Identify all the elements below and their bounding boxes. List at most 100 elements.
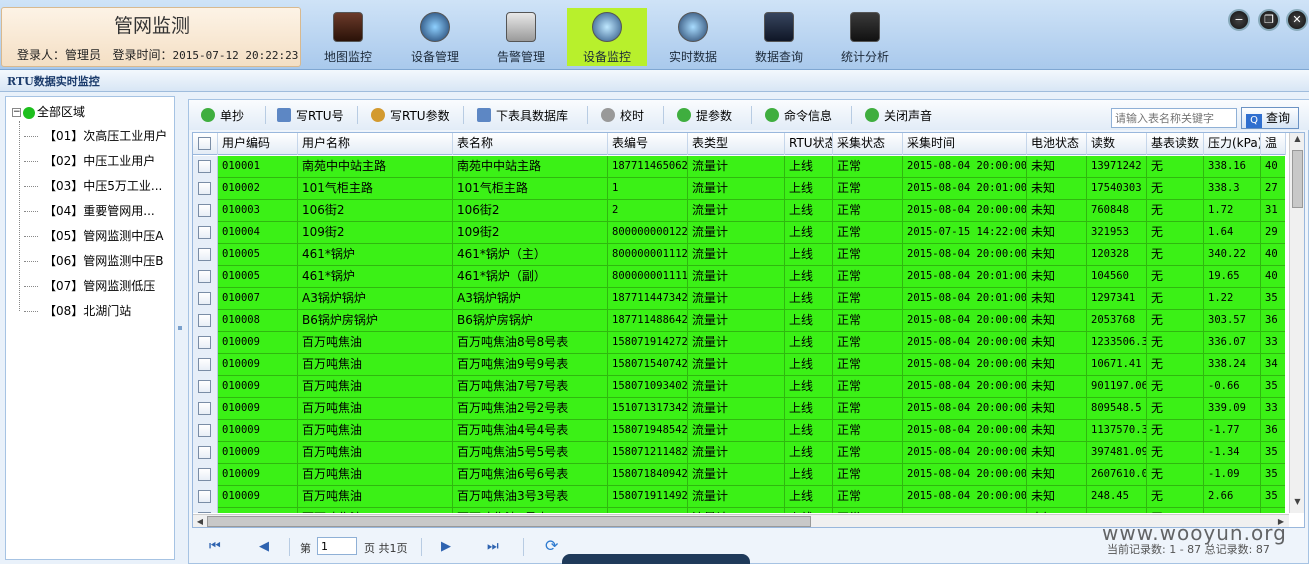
time-sync-button[interactable]: 校时 [601,107,644,125]
table-row[interactable]: 010009百万吨焦油百万吨焦油1号表151071917470流量计上线正常20… [193,508,1285,513]
table-row[interactable]: 010009 百万吨焦油 百万吨焦油2号2号表 151071317342 流量计 上线 正常… [193,398,1285,420]
row-checkbox[interactable] [198,380,211,393]
mute-sound-button[interactable]: 关闭声音 [865,107,932,125]
table-cell: 无 [1147,332,1204,354]
table-cell: 158071840942 [608,464,688,486]
page-number-input[interactable] [317,537,357,555]
column-header[interactable]: RTU状态 [785,133,833,155]
row-checkbox[interactable] [198,248,211,261]
row-checkbox[interactable] [198,446,211,459]
table-row[interactable]: 010009 百万吨焦油 百万吨焦油6号6号表 158071840942 流量计 上线 正常… [193,464,1285,486]
row-checkbox[interactable] [198,424,211,437]
table-row[interactable]: 010008 B6锅炉房锅炉 B6锅炉房锅炉 187711488642 流量计 上线 正常 2… [193,310,1285,332]
table-row[interactable]: 010009 百万吨焦油 百万吨焦油8号8号表 158071914272 流量计 上线 正常… [193,332,1285,354]
table-name-search-input[interactable] [1111,108,1237,128]
close-button[interactable]: ✕ [1286,9,1308,31]
minimize-button[interactable]: − [1228,9,1250,31]
command-info-button[interactable]: 命令信息 [765,107,832,125]
tree-item-05[interactable]: 【05】管网监测中压A [24,227,174,245]
tree-item-08[interactable]: 【08】北湖门站 [24,302,174,320]
scroll-up-icon[interactable]: ▲ [1292,134,1303,148]
panel-splitter[interactable] [178,326,182,330]
table-cell: 上线 [785,332,833,354]
row-checkbox[interactable] [198,314,211,327]
row-checkbox[interactable] [198,182,211,195]
scroll-left-icon[interactable]: ◀ [193,515,207,527]
select-all-checkbox[interactable] [198,137,211,150]
table-cell: 无 [1147,398,1204,420]
nav-statistics[interactable]: 统计分析 [825,8,905,66]
column-header[interactable]: 用户编码 [218,133,298,155]
fetch-params-button[interactable]: 提参数 [677,107,732,125]
row-checkbox[interactable] [198,512,211,513]
column-header[interactable]: 表类型 [688,133,785,155]
column-header[interactable]: 基表读数 [1147,133,1204,155]
download-meter-db-button[interactable]: 下表具数据库 [477,107,568,125]
last-page-button[interactable]: ⏭ [487,539,499,554]
table-row[interactable]: 010009 百万吨焦油 百万吨焦油4号4号表 158071948542 流量计 上线 正常… [193,420,1285,442]
prev-page-button[interactable]: ◀ [259,539,269,554]
column-header[interactable]: 采集时间 [903,133,1027,155]
nav-device-monitor[interactable]: 设备监控 [567,8,647,66]
nav-realtime-data[interactable]: 实时数据 [653,8,733,66]
column-header[interactable]: 温 [1261,133,1286,155]
page-total: 页 共1页 [364,542,408,555]
search-button[interactable]: Q 查询 [1241,107,1299,129]
table-row[interactable]: 010005 461*锅炉 461*锅炉（主） 800000001112 流量计 上线 正常… [193,244,1285,266]
tree-root[interactable]: − 全部区域 [12,103,85,120]
table-row[interactable]: 010009 百万吨焦油 百万吨焦油9号9号表 158071540742 流量计 上线 正常… [193,354,1285,376]
row-checkbox[interactable] [198,358,211,371]
nav-data-query[interactable]: 数据查询 [739,8,819,66]
row-checkbox[interactable] [198,204,211,217]
column-header[interactable]: 表编号 [608,133,688,155]
table-cell: 36 [1261,420,1285,442]
restore-button[interactable]: ❐ [1258,9,1280,31]
button-label: 提参数 [696,109,733,123]
tree-item-03[interactable]: 【03】中压5万工业... [24,177,174,195]
table-row[interactable]: 010009 百万吨焦油 百万吨焦油5号5号表 158071211482 流量计 上线 正常… [193,442,1285,464]
row-checkbox[interactable] [198,292,211,305]
row-checkbox[interactable] [198,468,211,481]
table-row[interactable]: 010004 109街2 109街2 800000000122 流量计 上线 正常 2015-… [193,222,1285,244]
column-header[interactable]: 采集状态 [833,133,903,155]
table-cell: 336.07 [1204,332,1261,354]
vertical-scroll-thumb[interactable] [1292,150,1303,208]
column-header[interactable]: 读数 [1087,133,1147,155]
table-row[interactable]: 010003 106街2 106街2 2 流量计 上线 正常 2015-08-04 20:00… [193,200,1285,222]
table-row[interactable]: 010009 百万吨焦油 百万吨焦油7号7号表 158071093402 流量计 上线 正常… [193,376,1285,398]
vertical-scrollbar[interactable]: ▲ ▼ [1289,133,1304,513]
tree-item-02[interactable]: 【02】中压工业用户 [24,152,174,170]
nav-device-manage[interactable]: 设备管理 [395,8,475,66]
row-checkbox[interactable] [198,270,211,283]
first-page-button[interactable]: ⏮ [209,539,221,554]
tree-item-01[interactable]: 【01】次高压工业用户 [24,127,174,145]
tree-item-06[interactable]: 【06】管网监测中压B [24,252,174,270]
nav-map-monitor[interactable]: 地图监控 [308,8,388,66]
row-checkbox[interactable] [198,160,211,173]
column-header[interactable]: 表名称 [453,133,608,155]
column-header[interactable]: 压力(kPa) [1204,133,1261,155]
tree-item-07[interactable]: 【07】管网监测低压 [24,277,174,295]
table-row[interactable]: 010001 南苑中中站主路 南苑中中站主路 187711465062 流量计 上线 正常 2… [193,156,1285,178]
row-checkbox[interactable] [198,402,211,415]
collapse-icon[interactable]: − [12,108,21,117]
scroll-down-icon[interactable]: ▼ [1292,497,1303,511]
table-row[interactable]: 010002 101气柜主路 101气柜主路 1 流量计 上线 正常 2015-08-04 2… [193,178,1285,200]
column-header[interactable]: 用户名称 [298,133,453,155]
write-rtu-params-button[interactable]: 写RTU参数 [371,107,450,125]
tree-item-04[interactable]: 【04】重要管网用... [24,202,174,220]
column-header[interactable]: 电池状态 [1027,133,1087,155]
horizontal-scroll-thumb[interactable] [207,516,811,527]
row-checkbox[interactable] [198,336,211,349]
refresh-icon[interactable]: ⟳ [545,536,558,555]
table-row[interactable]: 010009 百万吨焦油 百万吨焦油3号3号表 158071911492 流量计 上线 正常… [193,486,1285,508]
row-checkbox[interactable] [198,490,211,503]
row-checkbox[interactable] [198,226,211,239]
single-read-button[interactable]: 单抄 [201,107,244,125]
next-page-button[interactable]: ▶ [441,539,451,554]
nav-alarm-manage[interactable]: 告警管理 [481,8,561,66]
table-cell: 百万吨焦油 [298,442,453,464]
table-row[interactable]: 010007 A3锅炉锅炉 A3锅炉锅炉 187711447342 流量计 上线 正常 201… [193,288,1285,310]
write-rtu-number-button[interactable]: 写RTU号 [277,107,344,125]
table-row[interactable]: 010005 461*锅炉 461*锅炉（副） 800000001111 流量计 上线 正常… [193,266,1285,288]
